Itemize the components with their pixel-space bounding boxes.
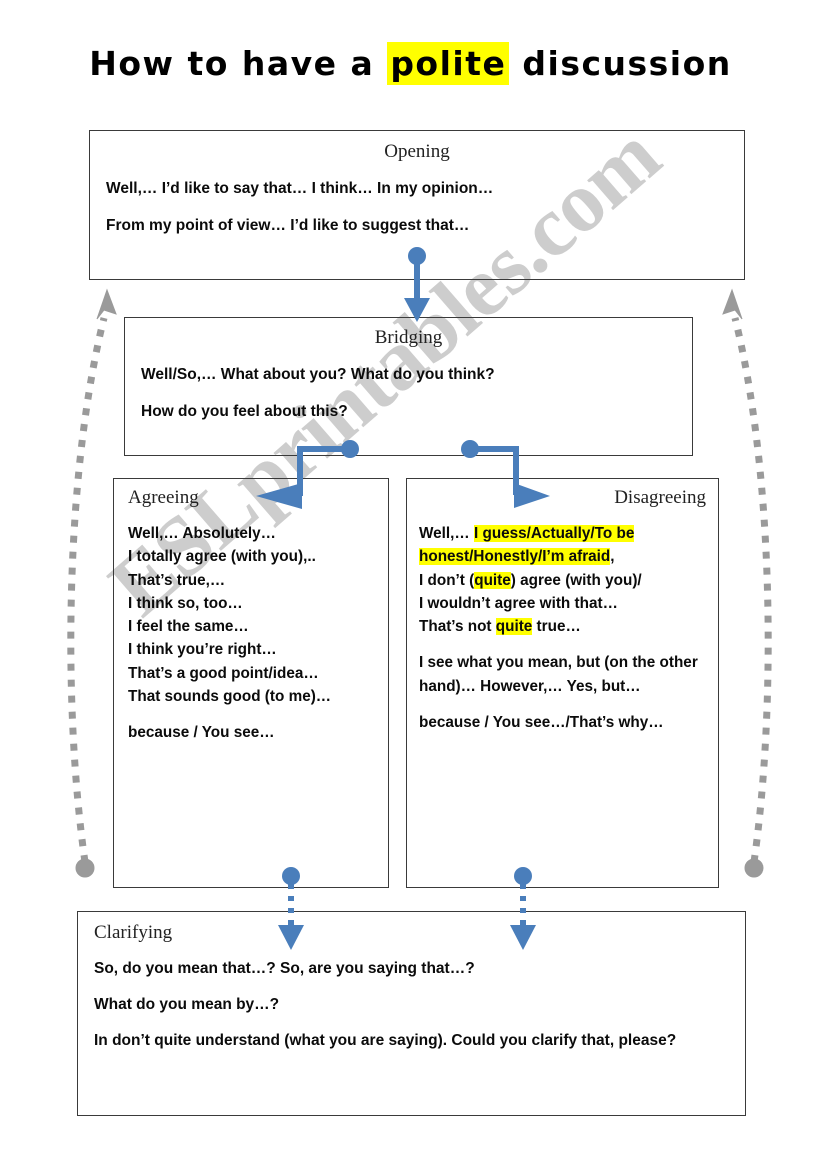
left-loop-arrowhead: [96, 288, 117, 320]
disagreeing-line2-highlight: quite: [474, 571, 511, 589]
disagreeing-line4-highlight: quite: [495, 618, 533, 635]
disagreeing-body: Well,… I guess/Actually/To be honest/Hon…: [419, 522, 706, 734]
disagreeing-line-1: Well,… I guess/Actually/To be honest/Hon…: [419, 522, 706, 569]
disagreeing-line-3: I wouldn’t agree with that…: [419, 594, 618, 612]
disagreeing-box: Disagreeing Well,… I guess/Actually/To b…: [406, 478, 719, 888]
right-loop-arrowhead: [722, 288, 743, 320]
disagreeing-group-2: I see what you mean, but (on the other h…: [419, 654, 698, 695]
agreeing-line-5: I feel the same…: [128, 618, 249, 635]
clarifying-line-3: In don’t quite understand (what you are …: [94, 1031, 677, 1049]
disagreeing-spacer-1: [419, 638, 706, 651]
bridging-line-2: How do you feel about this?: [141, 402, 348, 420]
left-loop-path: [67, 317, 108, 863]
left-loop-endpoint-dot: [75, 858, 95, 878]
bridging-box: Bridging Well/So,… What about you? What …: [124, 317, 693, 456]
page-title: How to have a polite discussion: [0, 42, 821, 85]
clarifying-line-1: So, do you mean that…? So, are you sayin…: [94, 960, 475, 977]
title-suffix: discussion: [509, 44, 732, 83]
disagreeing-footer: because / You see…/That’s why…: [419, 713, 664, 731]
agreeing-line-7: That’s a good point/idea…: [128, 664, 319, 682]
title-prefix: How to have a: [89, 44, 388, 83]
agreeing-footer: because / You see…: [128, 724, 275, 741]
clarifying-line-2: What do you mean by…?: [94, 995, 280, 1013]
disagreeing-seg-plain-2: ,: [610, 548, 615, 566]
agreeing-spacer: [128, 708, 376, 721]
agreeing-box-title: Agreeing: [128, 487, 199, 508]
disagreeing-line-4: That’s not quite true…: [419, 615, 706, 638]
worksheet-page: ESLprintables.com How to have a polite d…: [0, 0, 821, 1161]
disagreeing-line-2: I don’t (quite) agree (with you)/: [419, 569, 706, 592]
disagreeing-spacer-2: [419, 698, 706, 711]
agreeing-line-1: Well,… Absolutely…: [128, 525, 276, 542]
right-loop-endpoint-dot: [744, 858, 764, 878]
opening-box: Opening Well,… I’d like to say that… I t…: [89, 130, 745, 280]
disagreeing-line2-b: ) agree (with you)/: [510, 571, 642, 589]
bridging-line-1: Well/So,… What about you? What do you th…: [141, 366, 495, 383]
right-loop-path: [731, 317, 772, 863]
bridging-box-title: Bridging: [374, 327, 443, 348]
disagreeing-line2-a: I don’t (: [419, 571, 475, 589]
disagreeing-box-title: Disagreeing: [614, 487, 706, 508]
page-title-text: How to have a polite discussion: [89, 42, 732, 85]
agreeing-line-8: That sounds good (to me)…: [128, 687, 332, 705]
disagreeing-line4-b: true…: [532, 618, 581, 635]
agreeing-box: Agreeing Well,… Absolutely… I totally ag…: [113, 478, 389, 888]
disagreeing-seg-plain-1: Well,…: [419, 525, 474, 542]
disagreeing-line4-a: That’s not: [419, 618, 496, 635]
title-highlight: polite: [387, 42, 510, 85]
opening-box-title: Opening: [384, 141, 450, 162]
agreeing-line-3: That’s true,…: [128, 571, 226, 589]
agreeing-line-4: I think so, too…: [128, 594, 243, 612]
agreeing-line-2: I totally agree (with you),..: [128, 548, 316, 566]
opening-line-1: Well,… I’d like to say that… I think… In…: [106, 180, 494, 197]
opening-line-2: From my point of view… I’d like to sugge…: [106, 216, 470, 234]
agreeing-line-6: I think you’re right…: [128, 641, 277, 659]
agreeing-body: Well,… Absolutely… I totally agree (with…: [128, 522, 376, 744]
clarifying-box: Clarifying So, do you mean that…? So, ar…: [77, 911, 746, 1116]
clarifying-box-title: Clarifying: [94, 922, 173, 943]
